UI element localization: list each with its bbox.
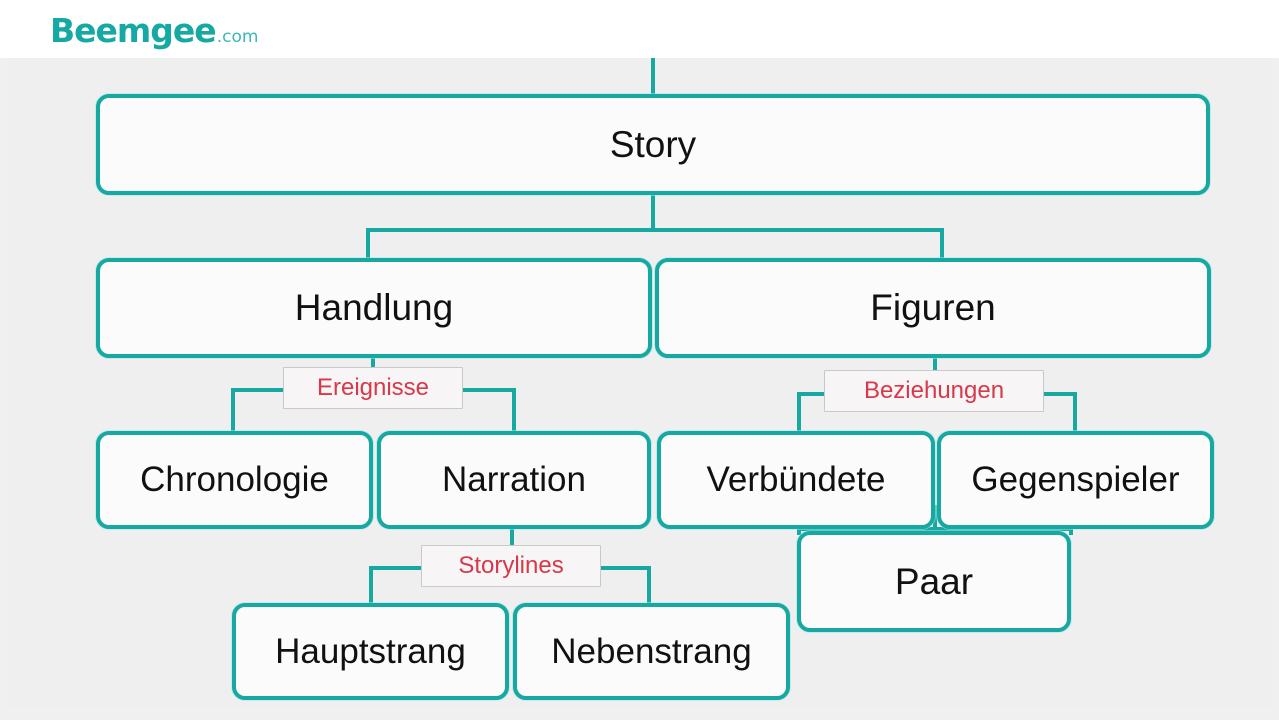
node-gegenspieler-label: Gegenspieler — [971, 460, 1180, 499]
connector-storylines-to-nebenstrang — [647, 566, 651, 604]
node-handlung[interactable]: Handlung — [96, 258, 652, 358]
node-paar[interactable]: Paar — [797, 531, 1071, 632]
node-narration-label: Narration — [442, 460, 586, 499]
node-hauptstrang[interactable]: Hauptstrang — [232, 603, 509, 700]
beemgee-logo[interactable]: Beemgee.com — [50, 14, 258, 47]
node-handlung-label: Handlung — [294, 287, 454, 328]
logo-wordmark: Beemgee — [50, 11, 217, 50]
connector-story-stem — [651, 193, 655, 232]
connector-story-to-figuren — [940, 228, 944, 262]
connector-story-to-handlung — [366, 228, 370, 262]
edge-label-storylines-text: Storylines — [458, 552, 564, 579]
connector-ereignisse-to-narration — [512, 388, 516, 434]
diagram-canvas: Story Handlung Figuren Chronologie Narra… — [0, 0, 1279, 720]
node-chronologie-label: Chronologie — [140, 460, 329, 499]
edge-label-storylines[interactable]: Storylines — [421, 545, 601, 587]
connector-story-bar — [366, 228, 944, 232]
node-story-label: Story — [609, 123, 697, 165]
node-chronologie[interactable]: Chronologie — [96, 431, 373, 529]
node-figuren[interactable]: Figuren — [655, 258, 1211, 358]
node-verbuendete-label: Verbündete — [706, 460, 886, 499]
node-paar-label: Paar — [894, 560, 974, 602]
node-hauptstrang-label: Hauptstrang — [275, 631, 466, 671]
header-band: Beemgee.com — [0, 0, 1279, 58]
connector-beziehungen-to-gegenspieler — [1073, 392, 1077, 434]
logo-tld: .com — [216, 27, 259, 47]
connector-beziehungen-to-verbuendete — [797, 392, 801, 434]
connector-storylines-to-hauptstrang — [369, 566, 373, 604]
node-narration[interactable]: Narration — [377, 431, 651, 529]
node-figuren-label: Figuren — [870, 287, 996, 328]
connector-ereignisse-to-chronologie — [231, 388, 235, 434]
edge-label-beziehungen[interactable]: Beziehungen — [824, 370, 1044, 412]
node-gegenspieler[interactable]: Gegenspieler — [937, 431, 1214, 529]
node-story[interactable]: Story — [96, 94, 1210, 195]
node-verbuendete[interactable]: Verbündete — [657, 431, 935, 529]
node-nebenstrang[interactable]: Nebenstrang — [513, 603, 790, 700]
node-nebenstrang-label: Nebenstrang — [551, 631, 752, 671]
edge-label-ereignisse[interactable]: Ereignisse — [283, 367, 463, 409]
edge-label-ereignisse-text: Ereignisse — [316, 374, 430, 401]
edge-label-beziehungen-text: Beziehungen — [863, 377, 1005, 404]
